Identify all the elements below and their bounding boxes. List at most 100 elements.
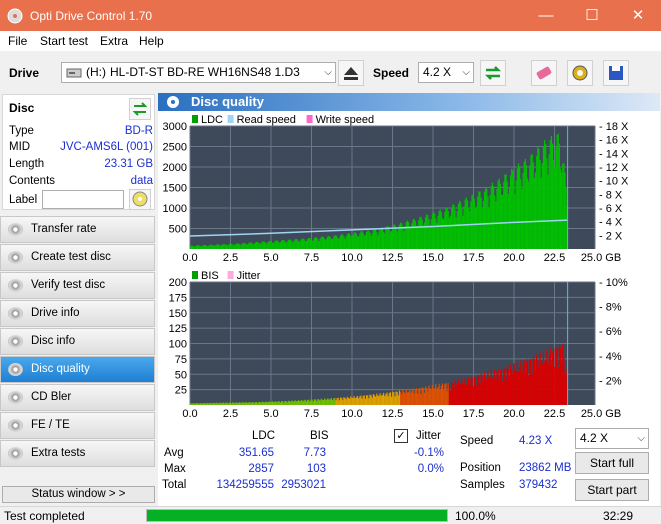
chevron-down-icon: ⌵ <box>637 433 645 444</box>
disc-write-icon <box>132 191 148 207</box>
nav-verify-test-disc[interactable]: Verify test disc <box>0 272 155 299</box>
disc-icon <box>8 447 23 460</box>
nav-drive-info[interactable]: Drive info <box>0 300 155 327</box>
stats-col-ldc: LDC <box>252 430 276 442</box>
nav-disc-info[interactable]: Disc info <box>0 328 155 355</box>
x-tick-label: 5.0 <box>263 408 278 420</box>
nav-create-test-disc[interactable]: Create test disc <box>0 244 155 271</box>
progress-text: 100.0% <box>455 509 496 523</box>
y-tick-label-left: 200 <box>169 277 187 289</box>
y-tick-label-left: 125 <box>169 323 187 335</box>
refresh-arrows-icon <box>132 102 148 116</box>
disc-mid-value: JVC-AMS6L (001) <box>60 141 153 153</box>
y-tick-label-left: 1500 <box>163 183 187 195</box>
chevron-down-icon: ⌵ <box>324 67 332 78</box>
x-tick-label: 25.0 GB <box>581 252 621 264</box>
samples-label: Samples <box>460 479 505 491</box>
y-tick-label-right: - 4% <box>599 351 622 363</box>
legend-swatch <box>192 271 198 279</box>
y-tick-label-right: - 10 X <box>599 176 629 188</box>
x-tick-label: 15.0 <box>422 408 443 420</box>
legend-label: Jitter <box>237 270 261 282</box>
disc-info-panel: Disc Type BD-R MID JVC-AMS6L (001) Length 2… <box>2 94 155 210</box>
nav-label: CD Bler <box>31 391 72 403</box>
legend-swatch <box>227 115 234 123</box>
chevron-down-icon: ⌵ <box>462 67 470 78</box>
disc-type-value: BD-R <box>124 125 153 137</box>
y-tick-label-right: - 8 X <box>599 189 623 201</box>
y-tick-label-left: 25 <box>175 385 187 397</box>
test-speed-select[interactable]: 4.2 X ⌵ <box>575 428 649 449</box>
start-part-button[interactable]: Start part <box>575 479 649 501</box>
settings-button[interactable] <box>567 60 593 86</box>
y-tick-label-right: - 8% <box>599 302 622 314</box>
y-tick-label-left: 2500 <box>163 142 187 154</box>
legend-label: LDC <box>201 114 223 126</box>
speed-stat-label: Speed <box>460 435 494 447</box>
menu-help[interactable]: Help <box>139 34 164 48</box>
speed-label: Speed <box>373 66 410 80</box>
minimize-button[interactable]: — <box>523 0 569 31</box>
speed-stat-value: 4.23 X <box>519 435 553 447</box>
nav-fe-te[interactable]: FE / TE <box>0 412 155 439</box>
x-tick-label: 12.5 <box>382 408 403 420</box>
nav-transfer-rate[interactable]: Transfer rate <box>0 216 155 243</box>
jitter-checkbox[interactable]: ✓ <box>394 429 408 443</box>
menu-start-test[interactable]: Start test <box>40 34 88 48</box>
disc-type-row: Type BD-R <box>9 125 153 141</box>
nav-label: Extra tests <box>31 447 86 459</box>
legend-swatch <box>306 115 313 123</box>
disc-length-value: 23.31 GB <box>104 158 153 170</box>
nav-label: Create test disc <box>31 251 111 263</box>
stats-max-label: Max <box>164 463 186 475</box>
x-tick-label: 7.5 <box>304 252 319 264</box>
y-tick-label-right: - 4 X <box>599 217 623 229</box>
nav-label: Disc quality <box>31 363 90 375</box>
y-tick-label-right: - 6% <box>599 326 622 338</box>
save-button[interactable] <box>603 60 629 86</box>
disc-label-input[interactable] <box>42 190 124 209</box>
menu-file[interactable]: File <box>8 34 27 48</box>
floppy-disk-icon <box>609 66 623 80</box>
position-value: 23862 MB <box>519 462 572 474</box>
disc-label-label: Label <box>9 194 38 206</box>
y-tick-label-left: 175 <box>169 292 187 304</box>
bis-chart: 0.0 2.5 5.0 7.5 10.0 12.5 15.0 17.5 20.0 22.5 25.0… <box>160 269 658 424</box>
y-tick-label-left: 3000 <box>163 121 187 133</box>
eraser-icon <box>536 66 552 80</box>
disc-icon <box>8 251 23 264</box>
maximize-button[interactable]: ☐ <box>569 0 615 31</box>
x-tick-label: 2.5 <box>223 408 238 420</box>
disc-length-row: Length 23.31 GB <box>9 158 153 174</box>
start-full-button[interactable]: Start full <box>575 452 649 474</box>
close-button[interactable]: ✕ <box>615 0 661 31</box>
x-tick-label: 0.0 <box>182 408 197 420</box>
menu-bar: File Start test Extra Help <box>0 31 661 51</box>
disc-type-label: Type <box>9 125 34 137</box>
eject-button[interactable] <box>338 60 364 86</box>
gear-icon <box>572 65 588 81</box>
speed-select[interactable]: 4.2 X ⌵ <box>418 62 474 83</box>
stats-avg-bis: 7.73 <box>303 447 326 459</box>
drive-select[interactable]: (H:) HL-DT-ST BD-RE WH16NS48 1.D3 ⌵ <box>61 62 336 83</box>
y-tick-label-right: - 18 X <box>599 121 629 133</box>
status-window-button[interactable]: Status window > > <box>2 486 155 503</box>
disc-label-apply-button[interactable] <box>129 189 151 210</box>
x-tick-label: 22.5 <box>544 408 565 420</box>
nav-extra-tests[interactable]: Extra tests <box>0 440 155 467</box>
disc-mid-row: MID JVC-AMS6L (001) <box>9 141 153 157</box>
disc-icon <box>8 391 23 404</box>
disc-refresh-button[interactable] <box>129 98 151 120</box>
y-tick-label-left: 50 <box>175 369 187 381</box>
nav-disc-quality[interactable]: Disc quality <box>0 356 155 383</box>
menu-extra[interactable]: Extra <box>100 34 128 48</box>
erase-button[interactable] <box>531 60 557 86</box>
disc-quality-icon <box>167 96 179 108</box>
y-tick-label-left: 100 <box>169 339 187 351</box>
disc-icon <box>8 279 23 292</box>
legend-swatch <box>192 115 198 123</box>
refresh-speed-button[interactable] <box>480 60 506 86</box>
disc-icon <box>8 363 23 376</box>
x-tick-label: 5.0 <box>263 252 278 264</box>
nav-cd-bler[interactable]: CD Bler <box>0 384 155 411</box>
